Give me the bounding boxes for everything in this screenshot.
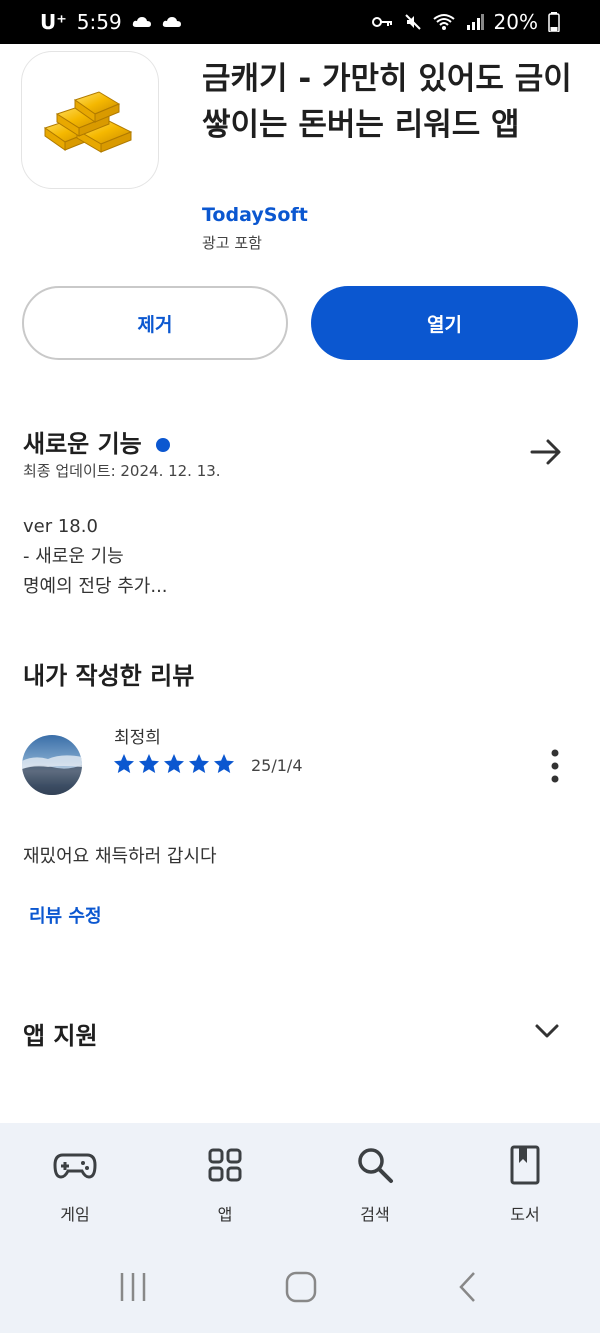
nav-search[interactable]: 검색: [320, 1143, 430, 1225]
star-icon: [189, 754, 209, 773]
gold-bars-icon: [43, 91, 133, 153]
nav-label: 도서: [510, 1205, 540, 1224]
chevron-down-icon[interactable]: [533, 1017, 561, 1045]
more-options-icon[interactable]: [545, 748, 565, 784]
nav-books[interactable]: 도서: [470, 1143, 580, 1225]
nav-apps[interactable]: 앱: [170, 1143, 280, 1225]
gamepad-icon: [53, 1153, 97, 1179]
ads-label: 광고 포함: [202, 234, 262, 252]
release-note-line: - 새로운 기능: [23, 546, 124, 567]
review-text: 재밌어요 채득하러 갑시다: [23, 846, 217, 867]
nav-label: 게임: [60, 1205, 90, 1224]
bottom-nav: 게임 앱 검색 도서: [0, 1123, 600, 1333]
home-button[interactable]: [284, 1271, 318, 1303]
recent-apps-button[interactable]: [118, 1271, 148, 1303]
star-icon: [164, 754, 184, 773]
back-button[interactable]: [456, 1271, 480, 1303]
cloud-icon: [132, 17, 151, 27]
nav-label: 검색: [360, 1205, 390, 1224]
battery-icon: [548, 12, 560, 32]
star-icon: [114, 754, 134, 773]
open-button[interactable]: 열기: [311, 286, 578, 360]
wifi-icon: [432, 14, 455, 30]
developer-link[interactable]: TodaySoft: [202, 204, 308, 226]
book-icon: [510, 1145, 540, 1185]
nav-label: 앱: [217, 1205, 233, 1224]
whats-new-title: 새로운 기능: [23, 430, 142, 458]
search-icon: [358, 1148, 393, 1183]
app-icon: [22, 52, 158, 188]
clock: 5:59: [76, 10, 122, 34]
signal-icon: [466, 14, 484, 30]
uninstall-button[interactable]: 제거: [22, 286, 288, 360]
app-title: 금캐기 - 가만히 있어도 금이 쌓이는 돈버는 리워드 앱: [202, 61, 572, 143]
cloud-icon: [162, 17, 181, 27]
release-note-line: ver 18.0: [23, 516, 98, 537]
new-indicator-dot: [155, 438, 170, 452]
mute-icon: [404, 14, 421, 30]
release-note-line: 명예의 전당 추가...: [23, 576, 168, 597]
reviewer-name: 최정희: [114, 728, 161, 748]
last-updated: 최종 업데이트: 2024. 12. 13.: [23, 462, 221, 480]
avatar: [22, 735, 82, 795]
edit-review-link[interactable]: 리뷰 수정: [29, 902, 102, 928]
nav-games[interactable]: 게임: [20, 1143, 130, 1225]
star-icon: [214, 754, 234, 773]
star-icon: [139, 754, 159, 773]
carrier-label: U⁺: [40, 10, 67, 34]
whats-new-section[interactable]: 새로운 기능: [23, 424, 170, 459]
release-notes: ver 18.0 - 새로운 기능 명예의 전당 추가...: [23, 512, 168, 602]
app-support-title[interactable]: 앱 지원: [23, 1016, 98, 1051]
key-icon: [371, 17, 392, 27]
my-review-title: 내가 작성한 리뷰: [23, 662, 195, 690]
arrow-right-icon[interactable]: [526, 432, 566, 472]
status-bar: U⁺ 5:59 20%: [0, 0, 600, 44]
star-rating: [112, 752, 236, 776]
review-date: 25/1/4: [251, 756, 303, 775]
battery-percent: 20%: [493, 10, 538, 34]
apps-grid-icon: [208, 1148, 242, 1182]
